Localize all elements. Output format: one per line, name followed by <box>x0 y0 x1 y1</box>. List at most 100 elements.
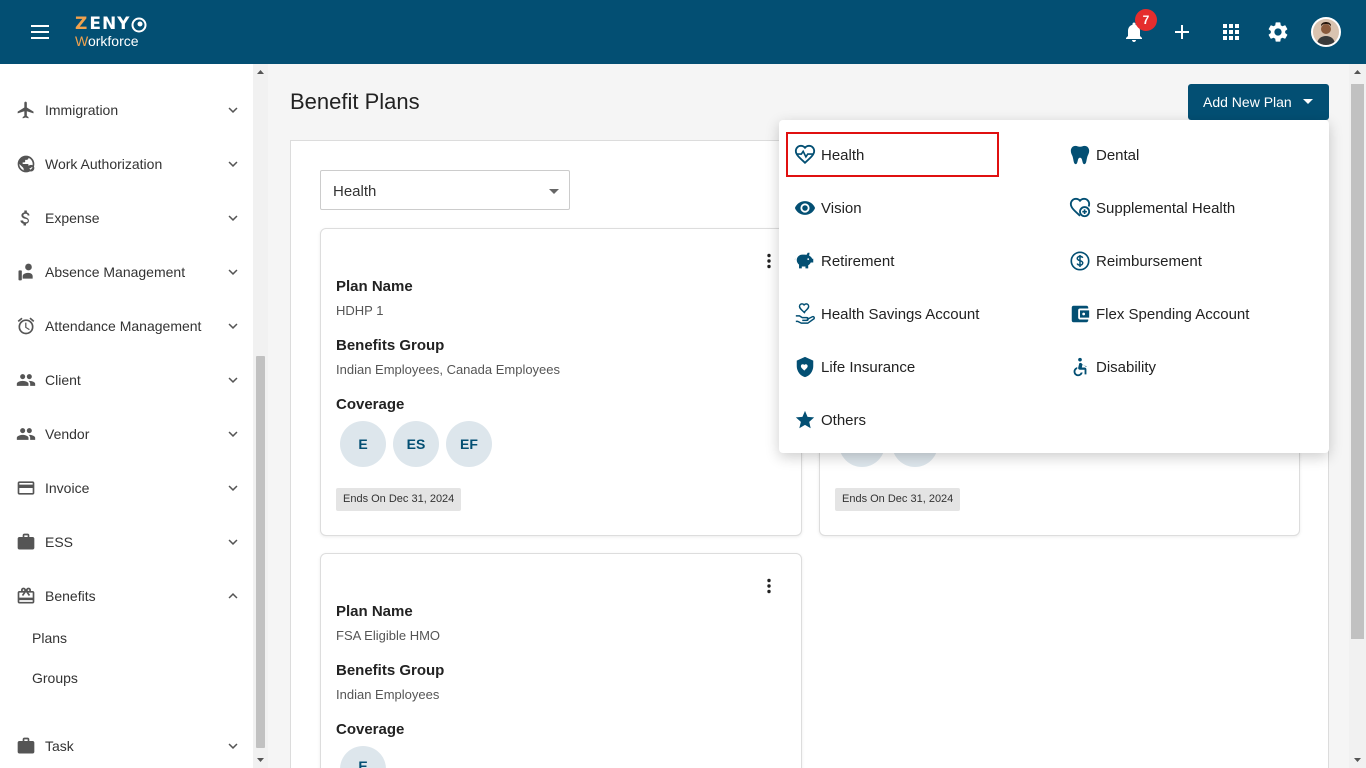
sidebar-item-absence-management[interactable]: Absence Management <box>0 252 253 292</box>
benefits-group-value: Indian Employees, Canada Employees <box>336 362 561 377</box>
zeny-workforce-logo[interactable]: Z ENY Workforce <box>75 16 147 48</box>
chevron-down-icon <box>228 377 238 383</box>
chevron-up-icon <box>228 593 238 599</box>
chevron-down-icon <box>228 485 238 491</box>
chevron-down-icon <box>228 161 238 167</box>
wheelchair-icon <box>1073 357 1087 377</box>
sidebar-item-benefits[interactable]: Benefits <box>0 576 253 616</box>
menu-item-supplemental-health[interactable]: Supplemental Health <box>1069 193 1235 223</box>
sidebar-item-client[interactable]: Client <box>0 360 253 400</box>
add-new-plan-label: Add New Plan <box>1203 94 1292 110</box>
menu-item-vision[interactable]: Vision <box>794 193 862 223</box>
top-app-bar: Z ENY Workforce 7 <box>0 0 1366 64</box>
add-plus-icon[interactable] <box>1170 20 1194 44</box>
dollar-circle-icon <box>1070 251 1090 271</box>
menu-hamburger-icon[interactable] <box>28 22 52 42</box>
plan-type-select[interactable]: Health <box>320 170 570 210</box>
chevron-down-icon <box>228 539 238 545</box>
menu-item-label: Dental <box>1096 146 1140 164</box>
settings-gear-icon[interactable] <box>1266 20 1290 44</box>
chevron-down-icon <box>228 431 238 437</box>
plan-name-value: FSA Eligible HMO <box>336 628 441 643</box>
coverage-chip[interactable]: ES <box>393 421 439 467</box>
scroll-up-arrow-icon[interactable] <box>256 68 265 77</box>
credit-card-icon <box>17 481 35 495</box>
more-options-icon[interactable] <box>766 253 772 269</box>
sidebar-subitem-plans[interactable]: Plans <box>32 630 67 646</box>
sidebar-item-attendance-management[interactable]: Attendance Management <box>0 306 253 346</box>
coverage-chip[interactable]: E <box>340 421 386 467</box>
people-icon <box>16 374 36 386</box>
menu-item-disability[interactable]: Disability <box>1069 352 1156 382</box>
coverage-label: Coverage <box>336 721 405 738</box>
sidebar-subitem-groups[interactable]: Groups <box>32 670 78 686</box>
sidebar-item-label: Benefits <box>45 588 96 604</box>
sidebar-item-label: Work Authorization <box>45 156 163 172</box>
plan-type-select-value: Health <box>333 183 377 200</box>
chevron-down-icon <box>228 215 238 221</box>
menu-item-life-insurance[interactable]: Life Insurance <box>794 352 915 382</box>
sidebar-item-immigration[interactable]: Immigration <box>0 90 253 130</box>
page-scrollbar-thumb[interactable] <box>1351 84 1364 639</box>
sidebar-scrollbar-thumb[interactable] <box>256 356 265 748</box>
end-date-badge: Ends On Dec 31, 2024 <box>336 488 462 511</box>
sidebar: Immigration Work Authorization Expense A… <box>0 64 253 768</box>
sidebar-item-work-authorization[interactable]: Work Authorization <box>0 144 253 184</box>
airplane-icon <box>17 101 34 119</box>
briefcase-icon <box>17 737 35 754</box>
dollar-icon <box>20 210 30 226</box>
page-scroll-down-arrow-icon[interactable] <box>1353 755 1362 764</box>
sidebar-item-task[interactable]: Task <box>0 726 253 766</box>
menu-item-reimbursement[interactable]: Reimbursement <box>1069 246 1202 276</box>
piggy-bank-icon <box>794 252 814 269</box>
chevron-down-icon <box>228 323 238 329</box>
menu-item-label: Vision <box>821 199 862 217</box>
chevron-down-icon <box>228 743 238 749</box>
chevron-down-icon <box>228 269 238 275</box>
menu-item-flex-spending-account[interactable]: Flex Spending Account <box>1069 299 1249 329</box>
sidebar-item-label: Expense <box>45 210 100 226</box>
end-date-badge: Ends On Dec 31, 2024 <box>835 488 961 511</box>
coverage-label: Coverage <box>336 396 405 413</box>
menu-item-dental[interactable]: Dental <box>1069 140 1139 170</box>
eye-icon <box>794 201 816 215</box>
sidebar-item-ess[interactable]: ESS <box>0 522 253 562</box>
sidebar-item-label: Immigration <box>45 102 119 118</box>
sidebar-item-label: Invoice <box>45 480 90 496</box>
benefits-group-value: Indian Employees <box>336 687 440 702</box>
sidebar-item-vendor[interactable]: Vendor <box>0 414 253 454</box>
user-avatar[interactable] <box>1311 17 1341 47</box>
people-icon <box>16 428 36 440</box>
menu-item-health-savings-account[interactable]: Health Savings Account <box>794 299 979 329</box>
sidebar-item-label: Absence Management <box>45 264 186 280</box>
menu-item-retirement[interactable]: Retirement <box>794 246 894 276</box>
more-options-icon[interactable] <box>766 578 772 594</box>
sidebar-item-label: Client <box>45 372 81 388</box>
page-title: Benefit Plans <box>290 89 420 114</box>
shield-heart-icon <box>796 356 814 378</box>
sidebar-item-label: Vendor <box>45 426 90 442</box>
gift-card-icon <box>17 587 35 604</box>
tooth-icon <box>1070 145 1090 165</box>
absence-icon <box>18 263 33 281</box>
scroll-down-arrow-icon[interactable] <box>256 755 265 764</box>
hand-heart-icon <box>795 303 816 324</box>
chevron-down-icon <box>228 107 238 113</box>
alarm-clock-icon <box>17 317 35 335</box>
briefcase-icon <box>17 533 35 550</box>
coverage-chip[interactable]: EF <box>446 421 492 467</box>
heart-plus-icon <box>1069 197 1091 218</box>
menu-item-label: Retirement <box>821 252 895 270</box>
sidebar-item-expense[interactable]: Expense <box>0 198 253 238</box>
page-scroll-up-arrow-icon[interactable] <box>1353 68 1362 77</box>
add-new-plan-button[interactable]: Add New Plan <box>1188 84 1329 120</box>
menu-item-label: Life Insurance <box>821 358 916 376</box>
apps-grid-icon[interactable] <box>1219 20 1243 44</box>
plan-name-value: HDHP 1 <box>336 303 384 318</box>
menu-item-label: Disability <box>1096 358 1157 376</box>
sidebar-item-invoice[interactable]: Invoice <box>0 468 253 508</box>
menu-item-label: Health Savings Account <box>821 305 980 323</box>
menu-item-label: Others <box>821 411 867 429</box>
menu-item-others[interactable]: Others <box>794 405 866 435</box>
sidebar-item-label: Task <box>45 738 74 754</box>
